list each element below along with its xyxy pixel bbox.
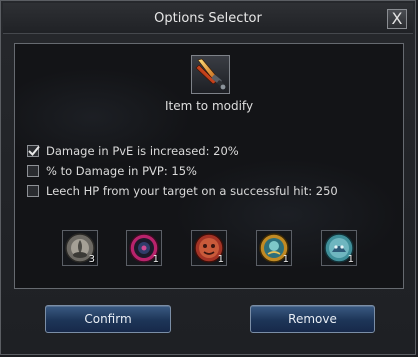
gem-slot-5[interactable]: 1 xyxy=(321,230,357,266)
gem-slot-3[interactable]: 1 xyxy=(191,230,227,266)
checkbox-leech-hp[interactable] xyxy=(27,185,39,197)
remove-button[interactable]: Remove xyxy=(250,305,375,333)
option-pve-damage[interactable]: Damage in PvE is increased: 20% xyxy=(27,143,239,159)
option-label: Leech HP from your target on a successfu… xyxy=(46,184,338,198)
gem-count: 1 xyxy=(282,254,289,265)
gem-count: 3 xyxy=(88,254,95,265)
item-to-modify-label: Item to modify xyxy=(164,99,254,113)
gem-slot-2[interactable]: 1 xyxy=(126,230,162,266)
title-bar[interactable]: Options Selector X xyxy=(3,3,413,34)
confirm-button[interactable]: Confirm xyxy=(45,305,171,333)
checkbox-pvp-damage[interactable] xyxy=(27,165,39,177)
gem-count: 1 xyxy=(217,254,224,265)
gem-slot-4[interactable]: 1 xyxy=(256,230,292,266)
options-selector-window: Options Selector X Item to modify Damage… xyxy=(0,0,416,355)
item-slot[interactable] xyxy=(191,55,230,94)
options-panel: Item to modify Damage in PvE is increase… xyxy=(14,43,404,289)
option-pvp-damage[interactable]: % to Damage in PVP: 15% xyxy=(27,163,197,179)
checkmark-icon xyxy=(28,145,40,156)
crossed-daggers-icon xyxy=(195,58,226,90)
window-title: Options Selector xyxy=(154,11,262,26)
option-leech-hp[interactable]: Leech HP from your target on a successfu… xyxy=(27,183,338,199)
option-label: Damage in PvE is increased: 20% xyxy=(46,144,239,158)
close-icon: X xyxy=(391,9,403,28)
gem-slot-1[interactable]: 3 xyxy=(62,230,98,266)
close-button[interactable]: X xyxy=(387,9,407,29)
checkbox-pve-damage[interactable] xyxy=(27,145,40,157)
gem-count: 1 xyxy=(347,254,354,265)
option-label: % to Damage in PVP: 15% xyxy=(46,164,197,178)
gem-count: 1 xyxy=(152,254,159,265)
